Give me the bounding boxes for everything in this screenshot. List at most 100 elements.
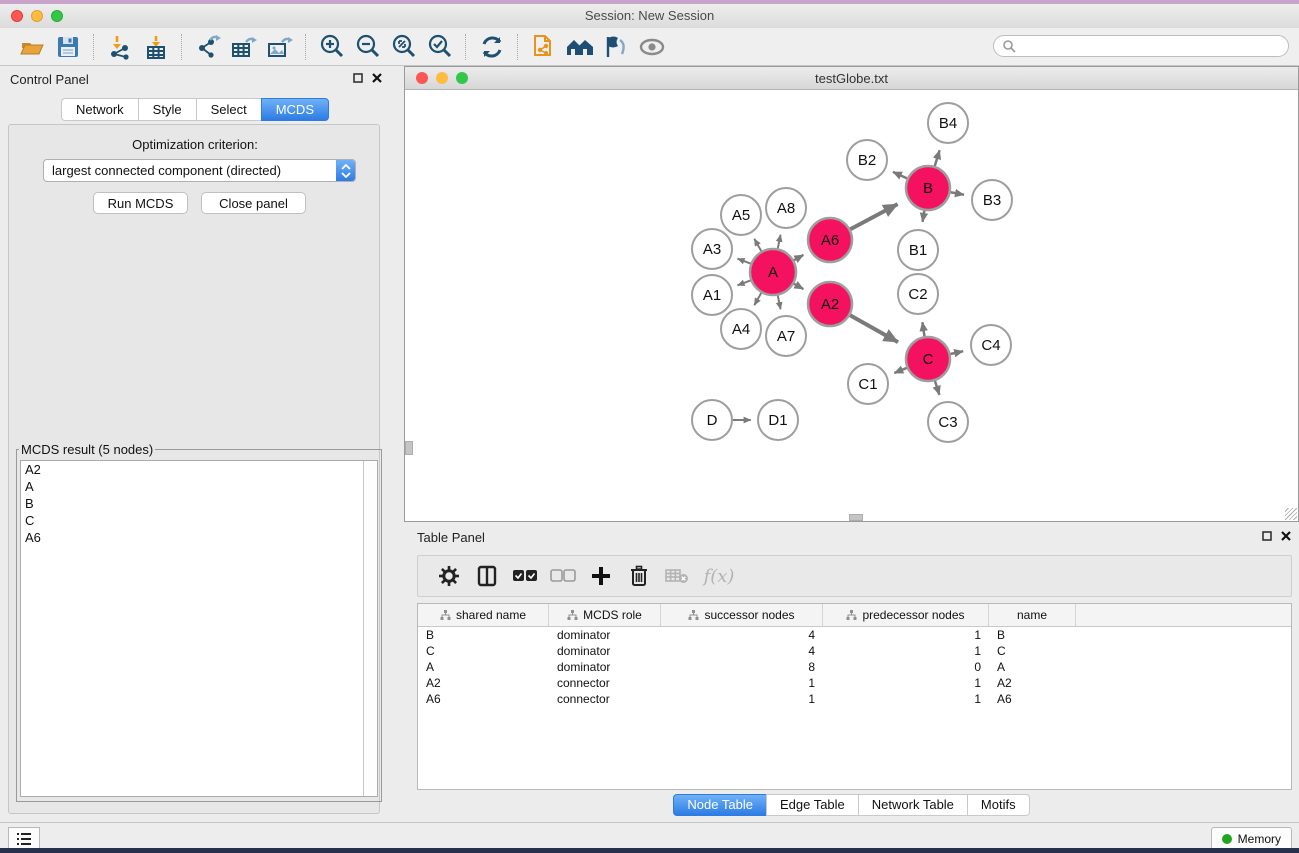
- toolbar-separator: [517, 34, 519, 60]
- graph-edge-A6-B[interactable]: [850, 204, 897, 229]
- zoom-in-icon[interactable]: [314, 32, 350, 62]
- table-header-row: shared nameMCDS rolesuccessor nodesprede…: [418, 604, 1291, 627]
- network-graph[interactable]: B4B2BB3B1A5A8A6A3AA1A2C2A4A7CC4C1C3DD1: [405, 90, 1298, 521]
- zoom-out-icon[interactable]: [350, 32, 386, 62]
- graph-edge-C-C4[interactable]: [950, 351, 963, 354]
- graph-node-label-C1: C1: [858, 376, 877, 393]
- graph-edge-A-A8[interactable]: [778, 235, 781, 249]
- table-row[interactable]: A2connector11A2: [418, 675, 1291, 691]
- cell-predecessor_nodes: 1: [823, 643, 989, 659]
- import-network-icon[interactable]: [102, 32, 138, 62]
- cell-name: B: [989, 627, 1076, 643]
- deselect-all-icon[interactable]: [544, 561, 582, 591]
- add-column-icon[interactable]: [582, 561, 620, 591]
- result-item[interactable]: A6: [21, 529, 377, 546]
- graph-edge-A-A4[interactable]: [754, 293, 761, 305]
- window-resize-grip[interactable]: [1285, 508, 1297, 520]
- optimization-criterion-label: Optimization criterion:: [0, 137, 390, 152]
- network-from-file-icon[interactable]: [526, 32, 562, 62]
- result-item[interactable]: B: [21, 495, 377, 512]
- table-row[interactable]: Bdominator41B: [418, 627, 1291, 643]
- show-graphics-icon[interactable]: [634, 32, 670, 62]
- tab-network[interactable]: Network: [61, 98, 138, 121]
- close-panel-button[interactable]: Close panel: [201, 192, 306, 214]
- column-header-name[interactable]: name: [989, 604, 1076, 626]
- search-box: [993, 35, 1289, 57]
- canvas-scroll-nub-horizontal[interactable]: [849, 514, 863, 521]
- tab-edge-table[interactable]: Edge Table: [766, 794, 858, 816]
- graph-node-label-A7: A7: [777, 328, 795, 345]
- graph-node-label-B3: B3: [983, 192, 1001, 209]
- graph-edge-B-B4[interactable]: [935, 150, 940, 166]
- canvas-scroll-nub-vertical[interactable]: [405, 441, 413, 455]
- run-mcds-button[interactable]: Run MCDS: [93, 192, 188, 214]
- tab-node-table[interactable]: Node Table: [673, 794, 766, 816]
- graph-edge-B-B3[interactable]: [951, 192, 964, 195]
- result-item[interactable]: A: [21, 478, 377, 495]
- result-scrollbar[interactable]: [363, 461, 377, 796]
- tab-style[interactable]: Style: [138, 98, 196, 121]
- delete-table-icon: [658, 561, 696, 591]
- column-header-shared-name[interactable]: shared name: [418, 604, 549, 626]
- tab-select[interactable]: Select: [196, 98, 261, 121]
- graph-edge-A-A3[interactable]: [737, 259, 750, 264]
- graph-edge-B-B1[interactable]: [923, 211, 925, 222]
- column-header-empty: [1076, 604, 1291, 626]
- hide-graphics-icon[interactable]: [598, 32, 634, 62]
- result-item[interactable]: A2: [21, 461, 377, 478]
- graph-node-label-B1: B1: [909, 242, 927, 259]
- table-settings-gear-icon[interactable]: [430, 561, 468, 591]
- mcds-result-list[interactable]: A2ABCA6: [20, 460, 378, 797]
- table-row[interactable]: A6connector11A6: [418, 691, 1291, 707]
- table-panel-title: Table Panel: [417, 530, 485, 545]
- cell-successor_nodes: 8: [661, 659, 823, 675]
- tab-network-table[interactable]: Network Table: [858, 794, 967, 816]
- graph-edge-C-C1[interactable]: [894, 368, 906, 373]
- search-input[interactable]: [1020, 38, 1288, 54]
- float-table-panel-icon[interactable]: [1262, 531, 1272, 541]
- table-toolbar: f(x): [417, 555, 1292, 597]
- graph-edge-C-C2[interactable]: [922, 322, 924, 336]
- table-row[interactable]: Cdominator41C: [418, 643, 1291, 659]
- node-table[interactable]: shared nameMCDS rolesuccessor nodesprede…: [417, 603, 1292, 790]
- column-header-successor-nodes[interactable]: successor nodes: [661, 604, 823, 626]
- graph-edge-A-A7[interactable]: [778, 296, 781, 310]
- criterion-select[interactable]: largest connected component (directed): [43, 159, 356, 182]
- zoom-fit-icon[interactable]: [386, 32, 422, 62]
- graph-edge-C-C3[interactable]: [935, 381, 939, 395]
- graph-edge-A-A2[interactable]: [794, 284, 803, 289]
- tab-mcds[interactable]: MCDS: [261, 98, 329, 121]
- column-header-MCDS-role[interactable]: MCDS role: [549, 604, 661, 626]
- cell-mcds_role: dominator: [549, 659, 661, 675]
- refresh-icon[interactable]: [474, 32, 510, 62]
- tab-motifs[interactable]: Motifs: [967, 794, 1030, 816]
- result-item[interactable]: C: [21, 512, 377, 529]
- graph-edge-A-A5[interactable]: [754, 239, 761, 251]
- open-session-icon[interactable]: [14, 32, 50, 62]
- export-image-icon[interactable]: [262, 32, 298, 62]
- home-icon[interactable]: [562, 32, 598, 62]
- close-table-panel-icon[interactable]: [1281, 531, 1291, 541]
- graph-node-label-A8: A8: [777, 200, 795, 217]
- save-session-icon[interactable]: [50, 32, 86, 62]
- import-table-icon[interactable]: [138, 32, 174, 62]
- network-window-titlebar[interactable]: testGlobe.txt: [405, 67, 1298, 90]
- graph-edge-A2-C[interactable]: [850, 315, 898, 342]
- graph-edge-A-A6[interactable]: [794, 255, 803, 260]
- memory-label: Memory: [1238, 832, 1281, 846]
- cell-predecessor_nodes: 1: [823, 675, 989, 691]
- delete-column-trash-icon[interactable]: [620, 561, 658, 591]
- network-canvas[interactable]: B4B2BB3B1A5A8A6A3AA1A2C2A4A7CC4C1C3DD1: [405, 90, 1298, 521]
- select-all-icon[interactable]: [506, 561, 544, 591]
- zoom-selected-icon[interactable]: [422, 32, 458, 62]
- export-network-icon[interactable]: [190, 32, 226, 62]
- export-table-icon[interactable]: [226, 32, 262, 62]
- show-columns-icon[interactable]: [468, 561, 506, 591]
- float-panel-icon[interactable]: [353, 73, 363, 83]
- column-header-predecessor-nodes[interactable]: predecessor nodes: [823, 604, 989, 626]
- table-row[interactable]: Adominator80A: [418, 659, 1291, 675]
- close-panel-icon[interactable]: [372, 73, 382, 83]
- network-window: testGlobe.txt B4B2BB3B1A5A8A6A3AA1A2C2A4…: [404, 66, 1299, 522]
- graph-edge-B-B2[interactable]: [893, 172, 907, 179]
- graph-edge-A-A1[interactable]: [737, 280, 750, 285]
